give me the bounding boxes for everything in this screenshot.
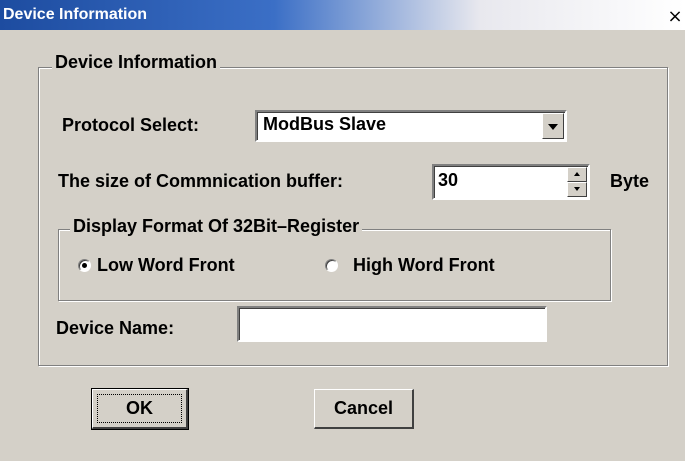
- chevron-down-icon[interactable]: [542, 113, 564, 139]
- protocol-select-value: ModBus Slave: [263, 114, 387, 134]
- radio-low-word-front[interactable]: [78, 259, 91, 272]
- spin-down-icon[interactable]: [567, 182, 587, 197]
- device-name-input[interactable]: [237, 306, 547, 342]
- cancel-button-label: Cancel: [333, 398, 394, 418]
- protocol-select-label: Protocol Select:: [62, 115, 200, 135]
- device-name-label: Device Name:: [56, 318, 175, 338]
- ok-button-label: OK: [126, 398, 153, 418]
- buffer-size-spinner[interactable]: 30: [432, 164, 590, 200]
- device-information-legend: Device Information: [52, 52, 221, 73]
- spin-up-icon[interactable]: [567, 167, 587, 182]
- high-word-front-label[interactable]: High Word Front: [353, 255, 495, 276]
- low-word-front-label[interactable]: Low Word Front: [97, 255, 235, 276]
- title-bar: Device Information ×: [0, 0, 685, 30]
- buffer-size-value[interactable]: 30: [438, 170, 458, 191]
- protocol-select-dropdown[interactable]: ModBus Slave: [255, 110, 567, 142]
- cancel-button[interactable]: Cancel: [314, 389, 414, 429]
- close-icon[interactable]: ×: [665, 7, 685, 27]
- dialog-body: Device Information Protocol Select: ModB…: [0, 30, 685, 461]
- buffer-size-label: The size of Commnication buffer:: [58, 171, 344, 191]
- ok-button[interactable]: OK: [91, 388, 189, 430]
- buffer-unit-label: Byte: [610, 171, 650, 191]
- window-title: Device Information: [3, 6, 148, 23]
- radio-high-word-front[interactable]: [325, 259, 338, 272]
- radio-selected-dot: [82, 263, 87, 268]
- register-format-legend: Display Format Of 32Bit–Register: [70, 216, 363, 237]
